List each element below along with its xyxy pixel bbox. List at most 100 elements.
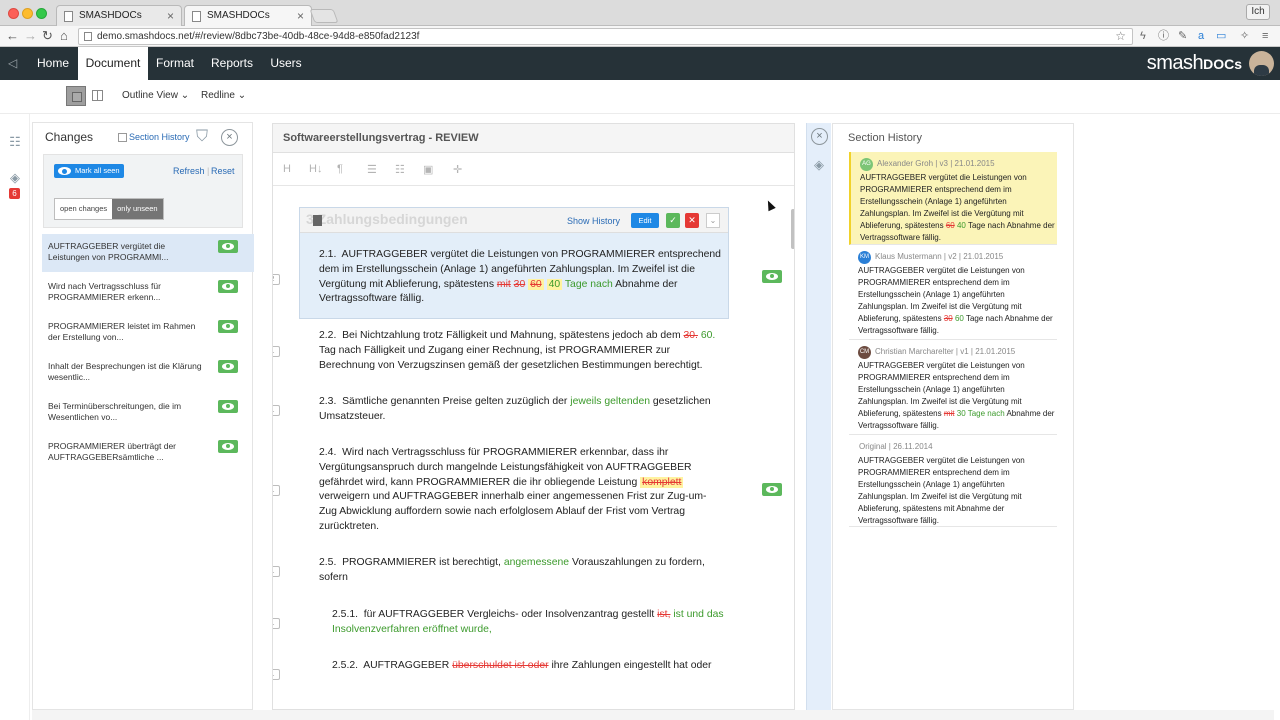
image-icon[interactable]: ▣ xyxy=(423,163,433,176)
tools-icon[interactable]: ✧ xyxy=(1240,29,1249,43)
user-avatar[interactable] xyxy=(1249,51,1274,76)
home-icon[interactable]: ⌂ xyxy=(60,28,68,44)
amazon-icon[interactable]: a xyxy=(1198,29,1204,43)
bookmark-star-icon[interactable]: ☆ xyxy=(1115,29,1126,44)
history-entry-v1[interactable]: CM Christian Marcharelter | v1 | 21.01.2… xyxy=(849,340,1057,435)
reject-x-icon[interactable]: ✕ xyxy=(685,213,699,228)
url-input[interactable]: demo.smashdocs.net/#/review/8dbc73be-40d… xyxy=(78,28,1133,45)
layers-icon[interactable]: ◈ xyxy=(811,157,827,173)
history-entry-v2[interactable]: KM Klaus Mustermann | v2 | 21.01.2015 AU… xyxy=(849,245,1057,340)
history-entry-v3[interactable]: AG Alexander Groh | v3 | 21.01.2015 AUFT… xyxy=(849,152,1057,245)
seen-eye-icon[interactable] xyxy=(218,400,238,413)
history-entry-original[interactable]: Original | 26.11.2014 AUFTRAGGEBER vergü… xyxy=(849,435,1057,527)
paragraph-2-5-1[interactable]: 1 2.5.1. für AUFTRAGGEBER Vergleichs- od… xyxy=(273,608,727,638)
paragraph-number: 2.3. xyxy=(319,396,337,407)
forward-icon[interactable]: → xyxy=(24,28,37,44)
paragraph-icon[interactable]: ¶ xyxy=(337,163,343,175)
browser-user-button[interactable]: Ich xyxy=(1246,4,1270,20)
layers-icon[interactable]: ◈ xyxy=(7,170,23,186)
browser-tab-2[interactable]: SMASHDOCs × xyxy=(184,5,312,26)
review-eye-icon[interactable] xyxy=(762,483,782,496)
filter-icon[interactable]: ⛉ xyxy=(196,128,208,146)
tab-close-icon[interactable]: × xyxy=(167,6,174,26)
browser-tab-1[interactable]: SMASHDOCs × xyxy=(56,5,182,26)
seen-eye-icon[interactable] xyxy=(218,280,238,293)
filter-only-unseen[interactable]: only unseen xyxy=(112,199,163,219)
change-list-item[interactable]: AUFTRAGGEBER vergütet die Leistungen von… xyxy=(42,234,254,272)
edit-button[interactable]: Edit xyxy=(631,213,659,228)
menu-format[interactable]: Format xyxy=(150,47,200,80)
reset-link[interactable]: Reset xyxy=(211,166,235,176)
seen-eye-icon[interactable] xyxy=(218,360,238,373)
paragraph-number: 2.2. xyxy=(319,330,337,341)
menu-home[interactable]: Home xyxy=(26,47,80,80)
menu-document[interactable]: Document xyxy=(78,47,148,80)
split-view-button[interactable] xyxy=(92,90,103,101)
browser-address-row: ← → ↻ ⌂ demo.smashdocs.net/#/review/8dbc… xyxy=(0,26,1280,47)
outline-view-dropdown[interactable]: Outline View ⌄ xyxy=(122,90,189,101)
deleted-text: 60 xyxy=(528,278,544,290)
version-count-badge[interactable]: 1 xyxy=(273,485,280,496)
paragraph-2-5-2[interactable]: 1 2.5.2. AUFTRAGGEBER überschuldet ist o… xyxy=(273,659,727,680)
seen-eye-icon[interactable] xyxy=(218,440,238,453)
menu-users[interactable]: Users xyxy=(264,47,308,80)
paragraph-2-1[interactable]: 2 2.1. AUFTRAGGEBER vergütet die Leistun… xyxy=(273,248,721,307)
change-list-item[interactable]: Inhalt der Besprechungen ist die Klärung… xyxy=(42,354,254,392)
numbered-list-icon[interactable]: ☷ xyxy=(395,163,405,176)
version-count-badge[interactable]: 1 xyxy=(273,405,280,416)
chevron-down-icon[interactable]: ⌄ xyxy=(706,213,720,228)
extension-icon[interactable]: ✎ xyxy=(1178,29,1187,43)
screen-icon[interactable]: ▭ xyxy=(1216,29,1226,43)
mark-all-seen-button[interactable]: Mark all seen xyxy=(54,164,124,178)
close-history-icon[interactable]: × xyxy=(811,128,828,145)
paragraph-2-5[interactable]: 1 2.5. PROGRAMMIERER ist berechtigt, ang… xyxy=(273,556,721,586)
window-close-button[interactable] xyxy=(8,8,19,19)
version-count-badge[interactable]: 1 xyxy=(273,618,280,629)
add-element-icon[interactable]: ✛ xyxy=(453,163,462,176)
new-tab-button[interactable] xyxy=(309,9,339,23)
paragraph-2-4[interactable]: 1 2.4. Wird nach Vertragsschluss für PRO… xyxy=(273,446,721,535)
refresh-link[interactable]: Refresh xyxy=(173,166,205,176)
redline-dropdown[interactable]: Redline ⌄ xyxy=(201,90,246,101)
version-count-badge[interactable]: 1 xyxy=(273,566,280,577)
paragraph-2-2[interactable]: 1 2.2. Bei Nichtzahlung trotz Fälligkeit… xyxy=(273,329,721,373)
menu-icon[interactable]: ≡ xyxy=(1262,29,1268,43)
close-changes-icon[interactable]: × xyxy=(221,129,238,146)
version-count-badge[interactable]: 2 xyxy=(273,274,280,285)
back-icon[interactable]: ← xyxy=(6,28,19,44)
review-eye-icon[interactable] xyxy=(762,270,782,283)
subheading-icon[interactable]: H↓ xyxy=(309,163,322,175)
filter-open-changes[interactable]: open changes xyxy=(55,199,112,219)
heading-icon[interactable]: H xyxy=(283,163,291,175)
lightning-icon[interactable]: ϟ xyxy=(1140,29,1146,43)
document-scrollbar[interactable] xyxy=(791,209,794,249)
change-list-item[interactable]: PROGRAMMIERER leistet im Rahmen der Erst… xyxy=(42,314,254,352)
changes-controls: Mark all seen Refresh | Reset open chang… xyxy=(43,154,243,228)
version-count-badge[interactable]: 1 xyxy=(273,346,280,357)
reload-icon[interactable]: ↻ xyxy=(42,28,53,44)
window-minimize-button[interactable] xyxy=(22,8,33,19)
change-list-item[interactable]: PROGRAMMIERER überträgt der AUFTRAGGEBER… xyxy=(42,434,254,472)
info-icon[interactable]: ⓘ xyxy=(1158,29,1169,43)
seen-eye-icon[interactable] xyxy=(218,240,238,253)
bullet-list-icon[interactable]: ☰ xyxy=(367,163,377,176)
show-history-link[interactable]: Show History xyxy=(567,216,620,226)
single-view-button[interactable] xyxy=(66,86,86,106)
collapse-sidebar-icon[interactable]: ◁ xyxy=(8,56,17,70)
menu-reports[interactable]: Reports xyxy=(204,47,260,80)
section-history-label[interactable]: Section History xyxy=(129,132,190,142)
tab-close-icon[interactable]: × xyxy=(297,6,304,26)
user-avatar: CM xyxy=(858,346,871,359)
link-separator: | xyxy=(207,166,210,176)
change-list-item[interactable]: Wird nach Vertragsschluss für PROGRAMMIE… xyxy=(42,274,254,312)
accept-check-icon[interactable]: ✓ xyxy=(666,213,680,228)
paragraph-2-3[interactable]: 1 2.3. Sämtliche genannten Preise gelten… xyxy=(273,395,721,425)
seen-eye-icon[interactable] xyxy=(218,320,238,333)
outline-tree-icon[interactable]: ☷ xyxy=(7,134,23,150)
version-count-badge[interactable]: 1 xyxy=(273,669,280,680)
window-zoom-button[interactable] xyxy=(36,8,47,19)
change-list-item[interactable]: Bei Terminüberschreitungen, die im Wesen… xyxy=(42,394,254,432)
change-item-line: AUFTRAGGEBERsämtliche ... xyxy=(48,452,164,462)
add-comment-icon[interactable] xyxy=(313,215,322,226)
section-history-checkbox[interactable] xyxy=(118,133,127,142)
